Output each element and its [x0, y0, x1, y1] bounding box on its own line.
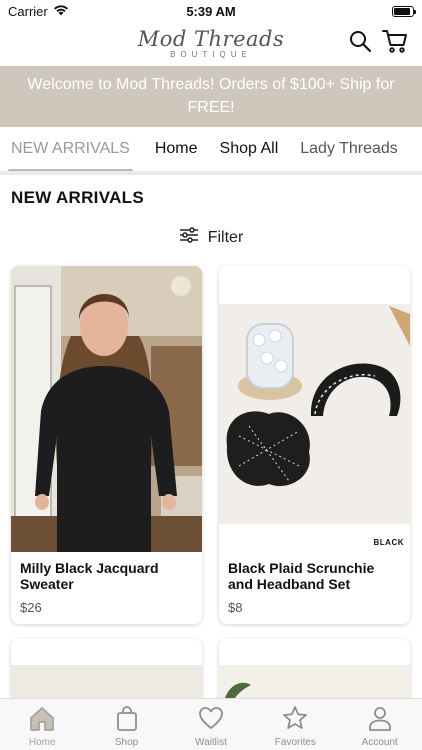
tab-lady-threads[interactable]: Lady Threads — [300, 127, 398, 171]
home-icon — [28, 705, 56, 734]
product-card[interactable]: BLACK Black Plaid Scrunchie and Headband… — [219, 266, 410, 624]
app-header: Mod Threads BOUTIQUE — [0, 22, 422, 66]
product-name[interactable]: Black Plaid Scrunchie and Headband Set — [219, 552, 410, 594]
bag-icon — [114, 705, 140, 734]
status-bar: Carrier 5:39 AM — [0, 0, 422, 22]
cart-icon[interactable] — [382, 28, 408, 54]
category-tabs: NEW ARRIVALS Home Shop All Lady Threads — [0, 127, 422, 175]
tabbar-home[interactable]: Home — [0, 699, 84, 750]
product-image[interactable] — [11, 266, 202, 552]
header-actions — [348, 28, 408, 54]
tab-new-arrivals[interactable]: NEW ARRIVALS — [8, 127, 133, 171]
logo-text: Mod Threads — [137, 27, 285, 51]
star-icon — [282, 705, 308, 734]
clock: 5:39 AM — [186, 3, 236, 19]
battery-level — [394, 7, 411, 15]
tabbar-label: Account — [361, 737, 398, 748]
logo-subtext: BOUTIQUE — [170, 50, 252, 59]
filter-label: Filter — [207, 228, 244, 246]
filter-button[interactable]: Filter — [0, 227, 422, 248]
tabbar-label: Favorites — [274, 737, 316, 748]
product-price: $8 — [228, 600, 243, 615]
tabbar-waitlist[interactable]: Waitlist — [169, 699, 253, 750]
image-color-tag: BLACK — [373, 538, 404, 547]
tab-home[interactable]: Home — [155, 127, 198, 171]
tabbar-shop[interactable]: Shop — [85, 699, 169, 750]
sliders-icon — [179, 227, 199, 248]
product-card[interactable]: Milly Black Jacquard Sweater $26 — [11, 266, 202, 624]
tabbar-account[interactable]: Account — [338, 699, 422, 750]
tabbar-favorites[interactable]: Favorites — [253, 699, 337, 750]
section-title: NEW ARRIVALS — [11, 188, 144, 207]
product-price: $26 — [20, 600, 42, 615]
battery-icon — [392, 5, 416, 17]
brand-logo[interactable]: Mod Threads BOUTIQUE — [138, 29, 285, 59]
product-name[interactable]: Milly Black Jacquard Sweater — [11, 552, 202, 594]
tabbar-label: Home — [28, 737, 56, 748]
tab-shop-all[interactable]: Shop All — [220, 127, 279, 171]
tabbar-label: Waitlist — [195, 737, 227, 748]
bottom-tab-bar: Home Shop Waitlist Favorites Account — [0, 698, 422, 750]
heart-icon — [198, 705, 224, 734]
product-image[interactable]: BLACK — [219, 266, 410, 552]
tabbar-label: Shop — [114, 737, 139, 748]
person-icon — [367, 705, 393, 734]
announcement-banner: Welcome to Mod Threads! Orders of $100+ … — [0, 66, 422, 127]
search-icon[interactable] — [348, 29, 372, 53]
